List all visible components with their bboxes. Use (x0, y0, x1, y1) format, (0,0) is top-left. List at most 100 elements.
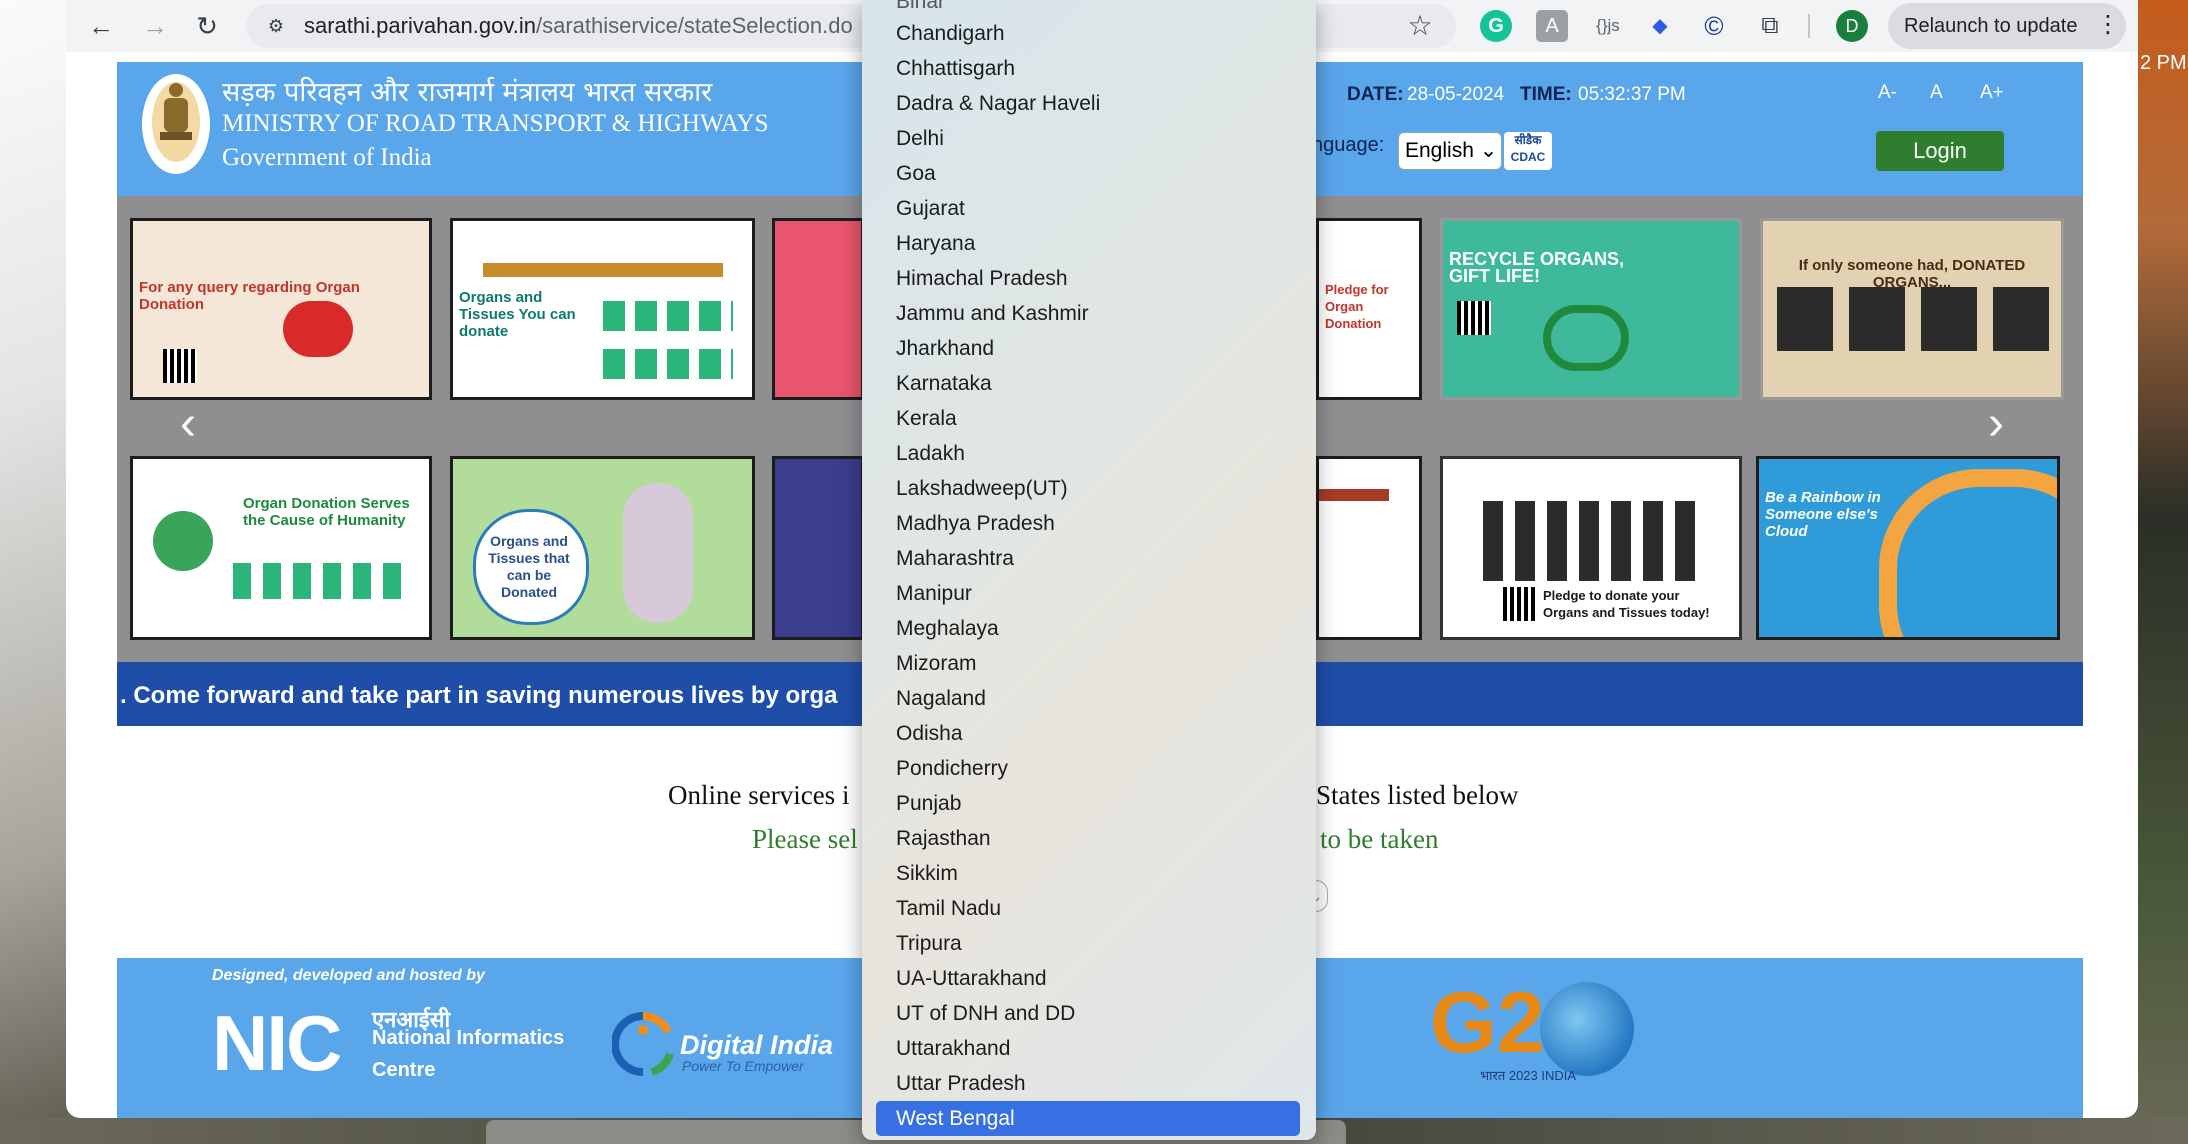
carousel-poster[interactable]: Organs and Tissues that can be Donated (450, 456, 755, 640)
login-button[interactable]: Login (1876, 131, 2004, 171)
designed-by-label: Designed, developed and hosted by (212, 967, 485, 984)
carousel-next-icon[interactable]: › (1988, 400, 2004, 448)
dropdown-option-punjab[interactable]: Punjab (876, 786, 1300, 821)
digital-india-logo-icon (612, 1012, 674, 1076)
dropdown-option-odisha[interactable]: Odisha (876, 716, 1300, 751)
cdac-logo: सीडैक CDAC (1504, 132, 1552, 170)
digital-india-title: Digital India (680, 1030, 834, 1060)
ticker-text: . Come forward and take part in saving n… (120, 682, 838, 709)
carousel-poster[interactable]: Pledge for Organ Donation (1316, 218, 1422, 400)
poster-title: For any query regarding Organ Donation (139, 279, 360, 313)
carousel-poster[interactable] (772, 218, 864, 400)
desktop-wallpaper-right (2136, 0, 2188, 1144)
carousel-poster[interactable]: Be a Rainbow in Someone else's Cloud (1756, 456, 2060, 640)
site-info-icon[interactable]: ⚙ (262, 12, 290, 40)
government-of-india-label: Government of India (222, 144, 432, 171)
g20-globe-icon (1540, 982, 1634, 1076)
graduation-cap-icon[interactable]: ◆ (1644, 10, 1676, 42)
dropdown-option-chandigarh[interactable]: Chandigarh (876, 16, 1300, 51)
nic-logo: NIC (212, 999, 342, 1087)
font-size-decrease-button[interactable]: A- (1878, 82, 1897, 104)
toolbar-divider (1808, 14, 1810, 38)
carousel-poster[interactable]: Organs and Tissues You can donate (450, 218, 755, 400)
dropdown-option-ladakh[interactable]: Ladakh (876, 436, 1300, 471)
dropdown-option-dadra-nagar-haveli[interactable]: Dadra & Nagar Haveli (876, 86, 1300, 121)
dropdown-option-gujarat[interactable]: Gujarat (876, 191, 1300, 226)
dropdown-option-ut-of-dnh-and-dd[interactable]: UT of DNH and DD (876, 996, 1300, 1031)
dropdown-option-karnataka[interactable]: Karnataka (876, 366, 1300, 401)
dropdown-option-pondicherry[interactable]: Pondicherry (876, 751, 1300, 786)
g20-subtitle: भारत 2023 INDIA (1480, 1068, 1577, 1083)
language-select[interactable]: English ⌄ (1398, 132, 1502, 170)
nic-name-line1: National Informatics (372, 1027, 565, 1049)
dropdown-option-mizoram[interactable]: Mizoram (876, 646, 1300, 681)
dropdown-option-tripura[interactable]: Tripura (876, 926, 1300, 961)
back-icon[interactable]: ← (84, 9, 118, 43)
poster-title: Organ Donation Serves the Cause of Human… (243, 495, 410, 529)
poster-title: Pledge for Organ Donation (1325, 282, 1389, 331)
javascript-icon[interactable]: {}js (1592, 10, 1624, 42)
menu-bar-clock: 2 PM (2140, 52, 2187, 74)
dropdown-option-haryana[interactable]: Haryana (876, 226, 1300, 261)
reload-icon[interactable]: ↻ (190, 9, 224, 43)
desktop-wallpaper-left (0, 0, 66, 1144)
cdac-english: CDAC (1510, 150, 1546, 164)
carousel-poster[interactable]: Pledge to donate your Organs and Tissues… (1440, 456, 1742, 640)
font-size-normal-button[interactable]: A (1930, 82, 1943, 104)
poster-title: RECYCLE ORGANS, GIFT LIFE! (1449, 249, 1625, 286)
translate-icon[interactable]: A (1536, 10, 1568, 42)
date-label: DATE: (1347, 84, 1404, 105)
url-text[interactable]: sarathi.parivahan.gov.in/sarathiservice/… (304, 12, 853, 40)
extensions-puzzle-icon[interactable]: ⧉ (1754, 10, 1786, 42)
poster-title: Organs and Tissues You can donate (459, 289, 576, 340)
national-emblem-icon (142, 74, 210, 174)
dropdown-option-kerala[interactable]: Kerala (876, 401, 1300, 436)
dropdown-option-west-bengal[interactable]: West Bengal (876, 1101, 1300, 1136)
dropdown-option-uttar-pradesh[interactable]: Uttar Pradesh (876, 1066, 1300, 1101)
carousel-poster[interactable]: If only someone had, DONATED ORGANS... (1760, 218, 2064, 400)
dropdown-option-tamil-nadu[interactable]: Tamil Nadu (876, 891, 1300, 926)
dropdown-option-manipur[interactable]: Manipur (876, 576, 1300, 611)
dropdown-option-nagaland[interactable]: Nagaland (876, 681, 1300, 716)
dropdown-option-rajasthan[interactable]: Rajasthan (876, 821, 1300, 856)
profile-avatar[interactable]: D (1836, 10, 1868, 42)
ministry-title-hindi: सड़क परिवहन और राजमार्ग मंत्रालय भारत सर… (222, 77, 713, 108)
carousel-poster[interactable]: For any query regarding Organ Donation (130, 218, 432, 400)
dropdown-option-ua-uttarakhand[interactable]: UA-Uttarakhand (876, 961, 1300, 996)
carousel-poster[interactable] (772, 456, 864, 640)
poster-title: If only someone had, DONATED ORGANS... (1798, 257, 2026, 291)
forward-icon[interactable]: → (138, 9, 172, 43)
digital-india-tagline: Power To Empower (682, 1058, 804, 1074)
dropdown-option-jammu-and-kashmir[interactable]: Jammu and Kashmir (876, 296, 1300, 331)
dropdown-option-meghalaya[interactable]: Meghalaya (876, 611, 1300, 646)
poster-title: Pledge to donate your Organs and Tissues… (1543, 588, 1710, 620)
dropdown-option-lakshadweep-ut[interactable]: Lakshadweep(UT) (876, 471, 1300, 506)
language-label: nguage: (1312, 134, 1385, 156)
dropdown-option-madhya-pradesh[interactable]: Madhya Pradesh (876, 506, 1300, 541)
dropdown-option-jharkhand[interactable]: Jharkhand (876, 331, 1300, 366)
copyright-icon[interactable]: © (1698, 10, 1730, 42)
nic-name-line2: Centre (372, 1059, 436, 1081)
bookmark-star-icon[interactable]: ☆ (1404, 10, 1436, 42)
dropdown-option-delhi[interactable]: Delhi (876, 121, 1300, 156)
grammarly-icon[interactable]: G (1480, 10, 1512, 42)
dropdown-option-goa[interactable]: Goa (876, 156, 1300, 191)
carousel-poster[interactable] (1316, 456, 1422, 640)
carousel-prev-icon[interactable]: ‹ (180, 400, 196, 448)
dropdown-option-uttarakhand[interactable]: Uttarakhand (876, 1031, 1300, 1066)
dropdown-option-maharashtra[interactable]: Maharashtra (876, 541, 1300, 576)
browser-menu-icon[interactable]: ⋮ (2096, 3, 2120, 49)
carousel-poster[interactable]: Organ Donation Serves the Cause of Human… (130, 456, 432, 640)
font-size-increase-button[interactable]: A+ (1980, 82, 2004, 104)
dropdown-option-chhattisgarh[interactable]: Chhattisgarh (876, 51, 1300, 86)
dropdown-option-sikkim[interactable]: Sikkim (876, 856, 1300, 891)
relaunch-button[interactable]: Relaunch to update (1888, 3, 2126, 49)
ministry-title-english: MINISTRY OF ROAD TRANSPORT & HIGHWAYS (222, 110, 769, 137)
dropdown-option-himachal-pradesh[interactable]: Himachal Pradesh (876, 261, 1300, 296)
poster-title: Organs and Tissues that can be Donated (488, 533, 570, 600)
carousel-poster[interactable]: RECYCLE ORGANS, GIFT LIFE! (1440, 218, 1742, 400)
url-path: /sarathiservice/stateSelection.do (535, 13, 853, 38)
cdac-hindi: सीडैक (1514, 133, 1542, 147)
state-dropdown-list[interactable]: Bihar Chandigarh Chhattisgarh Dadra & Naga… (862, 0, 1316, 1140)
online-services-text-left: Online services i (668, 780, 850, 810)
